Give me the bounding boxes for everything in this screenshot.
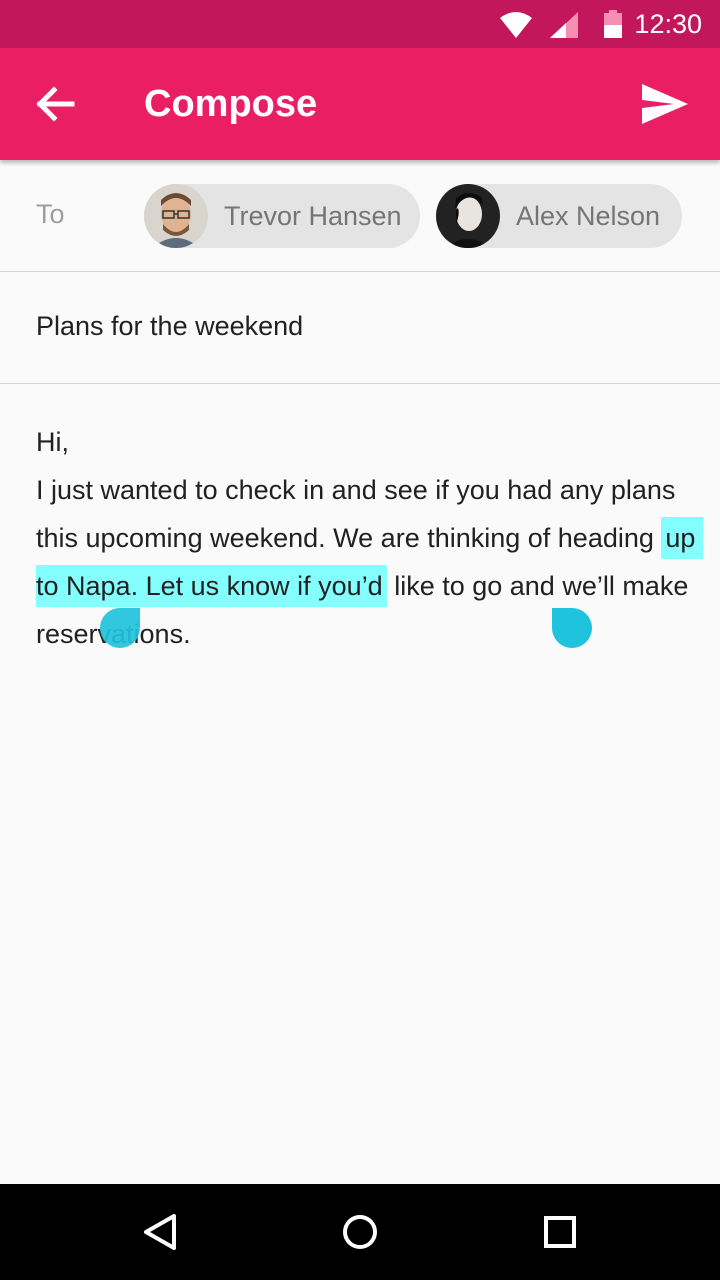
signal-icon — [550, 12, 578, 38]
recipients-row: To Trevor Hansen Alex Nelson — [0, 160, 720, 272]
navigation-bar — [0, 1184, 720, 1280]
nav-back-button[interactable] — [136, 1208, 184, 1256]
arrow-back-icon — [36, 86, 75, 122]
selection-start-handle[interactable] — [100, 608, 140, 648]
recipient-chip[interactable]: Trevor Hansen — [144, 184, 420, 248]
text-before-selection: Hi, I just wanted to check in and see if… — [36, 427, 676, 553]
recipient-name: Alex Nelson — [516, 201, 661, 231]
status-bar: 12:30 — [0, 0, 720, 48]
page-title: Compose — [144, 83, 318, 125]
nav-home-icon — [343, 1215, 377, 1249]
selection-end-handle[interactable] — [552, 608, 592, 648]
send-icon — [642, 84, 688, 124]
nav-recents-icon — [544, 1216, 576, 1248]
avatar — [436, 184, 500, 248]
recipient-name: Trevor Hansen — [224, 201, 402, 231]
back-button[interactable] — [36, 86, 76, 122]
wifi-icon — [500, 12, 532, 38]
app-bar: Compose — [0, 48, 720, 160]
nav-home-button[interactable] — [336, 1208, 384, 1256]
to-label: To — [36, 199, 65, 229]
send-button[interactable] — [640, 84, 688, 124]
subject-row: Plans for the weekend — [0, 272, 720, 384]
nav-recents-button[interactable] — [536, 1208, 584, 1256]
nav-back-icon — [144, 1214, 176, 1250]
subject-field[interactable]: Plans for the weekend — [36, 308, 303, 344]
recipient-chip[interactable]: Alex Nelson — [436, 184, 682, 248]
status-time: 12:30 — [634, 9, 702, 39]
battery-icon — [604, 10, 622, 38]
message-body[interactable]: Hi, I just wanted to check in and see if… — [0, 384, 720, 1184]
avatar — [144, 184, 208, 248]
